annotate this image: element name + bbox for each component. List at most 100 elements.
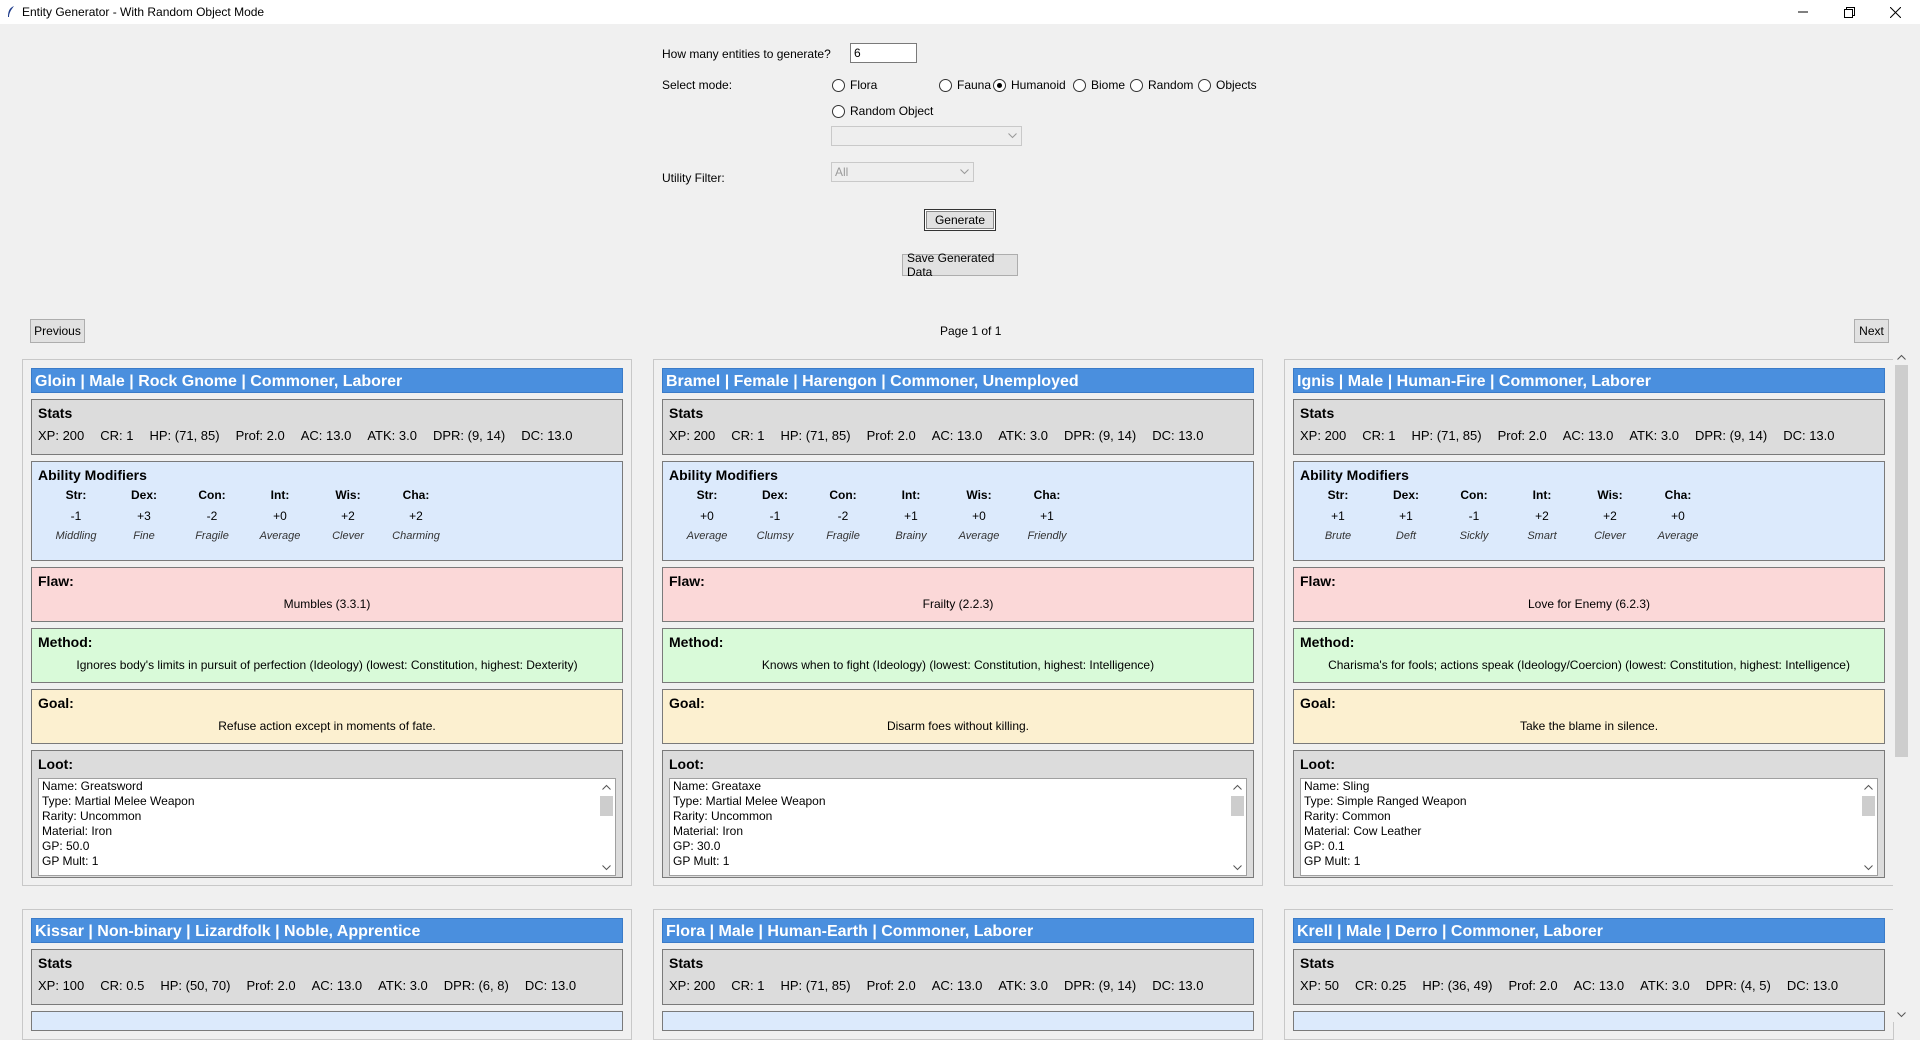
- ability-descriptor: Friendly: [1027, 530, 1067, 542]
- scrollbar-thumb[interactable]: [600, 796, 613, 816]
- previous-button[interactable]: Previous: [30, 319, 85, 343]
- scroll-down-icon[interactable]: [1893, 1008, 1910, 1022]
- generate-button[interactable]: Generate: [924, 209, 996, 231]
- entity-card-header: Bramel | Female | Harengon | Commoner, U…: [662, 368, 1254, 393]
- feather-icon: [6, 5, 16, 19]
- utility-filter-combobox[interactable]: All: [831, 162, 974, 182]
- count-label: How many entities to generate?: [662, 47, 831, 61]
- stat-value: Prof: 2.0: [866, 978, 916, 993]
- ability-name: Int:: [1532, 488, 1552, 502]
- ability-column: Str: +0 Average: [673, 488, 741, 542]
- chevron-down-icon: [958, 166, 971, 178]
- ability-modifier: +1: [1399, 509, 1413, 523]
- scrollbar-thumb[interactable]: [1895, 365, 1908, 757]
- loot-title: Loot:: [1300, 756, 1335, 772]
- ability-descriptor: Smart: [1527, 530, 1557, 542]
- stat-value: ATK: 3.0: [998, 978, 1048, 993]
- mode-radio-objects[interactable]: Objects: [1198, 76, 1257, 94]
- stat-value: DC: 13.0: [1152, 428, 1204, 443]
- stat-value: AC: 13.0: [1573, 978, 1625, 993]
- ability-descriptor: Sickly: [1459, 530, 1489, 542]
- stat-value: AC: 13.0: [311, 978, 363, 993]
- stat-value: XP: 200: [38, 428, 85, 443]
- loot-textbox[interactable]: Name: Sling Type: Simple Ranged Weapon Rar…: [1300, 778, 1878, 876]
- stat-value: CR: 0.25: [1355, 978, 1407, 993]
- goal-title: Goal:: [669, 695, 705, 711]
- count-input[interactable]: [850, 43, 917, 63]
- goal-title: Goal:: [38, 695, 74, 711]
- main-scrollbar[interactable]: [1893, 350, 1910, 1022]
- loot-line: Material: Iron: [42, 824, 113, 838]
- close-button[interactable]: [1872, 0, 1918, 24]
- radio-indicator: [1130, 78, 1143, 92]
- loot-section: Loot: Name: Sling Type: Simple Ranged Wea…: [1293, 750, 1885, 878]
- mode-radio-random-object[interactable]: Random Object: [832, 102, 933, 120]
- scroll-down-icon[interactable]: [1229, 860, 1246, 875]
- loot-line: GP Mult: 1: [1304, 854, 1361, 868]
- stats-title: Stats: [669, 405, 704, 421]
- mode-radio-fauna[interactable]: Fauna: [939, 76, 991, 94]
- scroll-down-icon[interactable]: [598, 860, 615, 875]
- loot-title: Loot:: [38, 756, 73, 772]
- radio-indicator: [832, 78, 845, 92]
- stats-title: Stats: [38, 405, 73, 421]
- ability-modifier: -2: [837, 509, 849, 523]
- entity-card: Ignis | Male | Human-Fire | Commoner, La…: [1284, 359, 1894, 886]
- ability-descriptor: Brute: [1324, 530, 1352, 542]
- mode-radio-flora[interactable]: Flora: [832, 76, 877, 94]
- restore-button[interactable]: [1826, 0, 1872, 24]
- method-section: Method: Ignores body's limits in pursuit…: [31, 628, 623, 683]
- loot-scrollbar[interactable]: [1229, 779, 1246, 875]
- entity-card-header: Kissar | Non-binary | Lizardfolk | Noble…: [31, 918, 623, 943]
- object-type-combobox[interactable]: [831, 126, 1022, 146]
- save-data-button[interactable]: Save Generated Data: [902, 251, 1018, 279]
- goal-section: Goal: Disarm foes without killing.: [662, 689, 1254, 744]
- scroll-up-icon[interactable]: [1229, 779, 1246, 794]
- goal-section: Goal: Refuse action except in moments of…: [31, 689, 623, 744]
- ability-column: Int: +1 Brainy: [877, 488, 945, 542]
- stat-value: AC: 13.0: [931, 428, 983, 443]
- loot-textbox[interactable]: Name: Greatsword Type: Martial Melee Weap…: [38, 778, 616, 876]
- entity-card-header: Flora | Male | Human-Earth | Commoner, L…: [662, 918, 1254, 943]
- window-title: Entity Generator - With Random Object Mo…: [22, 5, 265, 19]
- utility-filter-label: Utility Filter:: [662, 171, 725, 185]
- stat-value: DC: 13.0: [1786, 978, 1839, 993]
- stat-value: XP: 200: [669, 978, 716, 993]
- ability-modifier: +2: [409, 509, 423, 523]
- ability-descriptor: Fine: [133, 530, 155, 542]
- method-title: Method:: [669, 634, 724, 650]
- mode-radio-humanoid[interactable]: Humanoid: [993, 76, 1066, 94]
- scrollbar-thumb[interactable]: [1231, 796, 1244, 816]
- stat-value: DPR: (9, 14): [1063, 978, 1137, 993]
- ability-modifier: +1: [1040, 509, 1054, 523]
- stat-value: DPR: (9, 14): [1694, 428, 1768, 443]
- ability-modifiers-section: Ability Modifiers Str: +1 Brute Dex: +1 …: [1293, 461, 1885, 561]
- flaw-text: Mumbles (3.3.1): [283, 597, 371, 611]
- close-icon: [1889, 6, 1901, 18]
- ability-column: Con: -1 Sickly: [1440, 488, 1508, 542]
- stat-value: HP: (71, 85): [1411, 428, 1482, 443]
- stats-section: Stats XP: 100 CR: 0.5 HP: (50, 70) Prof: 2.…: [31, 949, 623, 1005]
- ability-descriptor: Clumsy: [756, 530, 794, 542]
- stat-value: ATK: 3.0: [367, 428, 417, 443]
- mode-radio-random[interactable]: Random: [1130, 76, 1193, 94]
- goal-text: Take the blame in silence.: [1519, 719, 1659, 733]
- scroll-up-icon[interactable]: [1893, 350, 1910, 364]
- scroll-up-icon[interactable]: [598, 779, 615, 794]
- ability-name: Wis:: [1597, 488, 1623, 502]
- scroll-up-icon[interactable]: [1860, 779, 1877, 794]
- loot-section: Loot: Name: Greataxe Type: Martial Melee …: [662, 750, 1254, 878]
- ability-modifier: +1: [1331, 509, 1345, 523]
- loot-scrollbar[interactable]: [1860, 779, 1877, 875]
- scrollbar-thumb[interactable]: [1862, 796, 1875, 816]
- minimize-button[interactable]: [1780, 0, 1826, 24]
- loot-scrollbar[interactable]: [598, 779, 615, 875]
- loot-textbox[interactable]: Name: Greataxe Type: Martial Melee Weapon…: [669, 778, 1247, 876]
- flaw-section: Flaw: Love for Enemy (6.2.3): [1293, 567, 1885, 622]
- scroll-down-icon[interactable]: [1860, 860, 1877, 875]
- next-button[interactable]: Next: [1854, 319, 1889, 343]
- ability-descriptor: Middling: [55, 530, 97, 542]
- entity-card: Gloin | Male | Rock Gnome | Commoner, La…: [22, 359, 632, 886]
- loot-line: Type: Simple Ranged Weapon: [1304, 794, 1467, 808]
- mode-radio-biome[interactable]: Biome: [1073, 76, 1125, 94]
